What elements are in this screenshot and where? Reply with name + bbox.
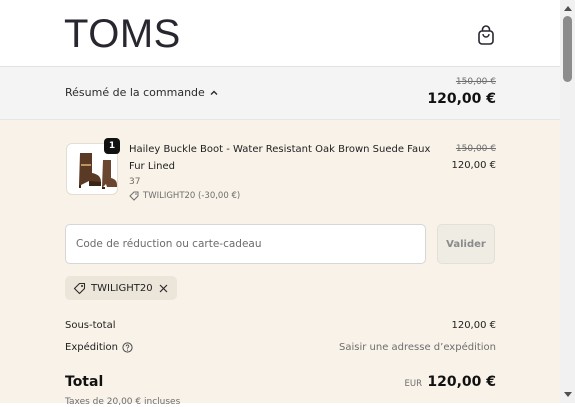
brand-logo[interactable]: TOMS (64, 10, 181, 58)
caret-up-icon (563, 6, 572, 11)
total-currency: EUR (404, 379, 423, 389)
item-discount-label: TWILIGHT20 (-30,00 €) (143, 191, 241, 201)
applied-discount-chip: TWILIGHT20 (65, 276, 177, 300)
vertical-scrollbar[interactable] (560, 0, 575, 403)
order-summary-bar[interactable]: Résumé de la commande 150,00 € 120,00 € (0, 67, 560, 120)
shipping-value: Saisir une adresse d’expédition (338, 342, 496, 353)
order-summary-toggle[interactable]: Résumé de la commande (65, 86, 219, 99)
applied-discount-code: TWILIGHT20 (91, 282, 153, 294)
order-summary-panel: 1 Hailey Buckle Boot - Water Resistant O… (0, 120, 560, 407)
order-summary-label: Résumé de la commande (65, 86, 205, 99)
header: TOMS (0, 0, 560, 67)
product-title: Hailey Buckle Boot - Water Resistant Oak… (129, 144, 431, 172)
tax-note: Taxes de 20,00 € incluses (65, 397, 181, 407)
product-price: 120,00 € (451, 160, 496, 171)
subtotal-value: 120,00 € (451, 320, 496, 331)
apply-discount-button[interactable]: Valider (437, 224, 495, 264)
product-original-price: 150,00 € (455, 144, 496, 154)
product-size: 37 (129, 177, 141, 187)
total-label: Total (65, 374, 104, 390)
scroll-up-button[interactable] (560, 1, 575, 15)
chevron-up-icon (210, 90, 218, 95)
caret-down-icon (563, 392, 572, 397)
scrollbar-thumb[interactable] (563, 16, 572, 82)
item-discount: TWILIGHT20 (-30,00 €) (129, 191, 240, 201)
discount-code-input[interactable] (65, 224, 426, 264)
shipping-label-text: Expédition (65, 342, 119, 353)
cart-button[interactable] (476, 24, 496, 46)
close-icon (159, 284, 168, 292)
tag-icon (73, 282, 86, 294)
summary-original-total: 150,00 € (455, 77, 496, 87)
subtotal-label-text: Sous-total (65, 320, 116, 331)
help-icon[interactable] (122, 342, 133, 353)
shopping-bag-icon (478, 25, 494, 45)
summary-total: 120,00 € (427, 91, 496, 107)
subtotal-label: Sous-total (65, 320, 116, 331)
remove-discount-button[interactable] (158, 283, 169, 294)
scroll-down-button[interactable] (560, 388, 575, 402)
quantity-badge: 1 (104, 138, 120, 154)
tag-icon (129, 191, 139, 201)
total-value: 120,00 € (427, 374, 496, 390)
shipping-label: Expédition (65, 342, 133, 353)
